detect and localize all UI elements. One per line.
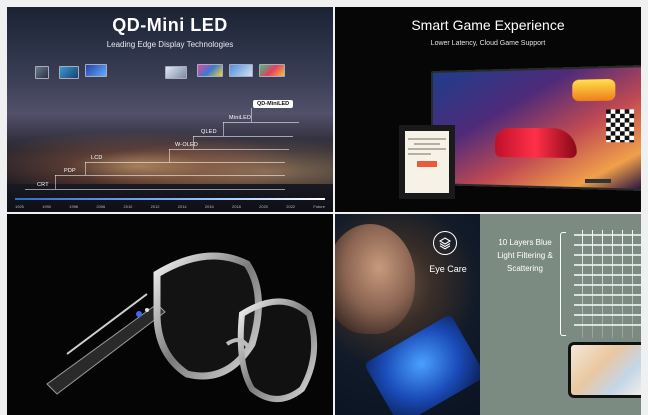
tablet-image (568, 342, 641, 398)
tech-label-crt: CRT (37, 182, 49, 188)
timeline-bar (15, 198, 325, 200)
certificate-plaque (399, 125, 455, 199)
crt-line (25, 189, 285, 190)
game-logo-image (572, 78, 616, 102)
race-car-image (495, 128, 577, 159)
year-label: 2022 (286, 204, 296, 209)
miniled-line (223, 122, 299, 123)
smart-glasses-image (46, 252, 318, 402)
pdp-line (55, 175, 285, 176)
checkered-flag-image (606, 109, 635, 143)
qd-miniled-connector (251, 108, 252, 122)
year-label: 2018 (232, 204, 241, 209)
wled-connector (169, 149, 170, 162)
smart-game-panel: Smart Game Experience Lower Latency, Clo… (335, 7, 641, 212)
year-label: 1990 (42, 204, 52, 209)
lcd-line (85, 162, 285, 163)
year-label: 2016 (204, 204, 214, 209)
wled-line (169, 149, 289, 150)
qd-miniled-panel: QD-Mini LED Leading Edge Display Technol… (7, 7, 333, 212)
tech-label-qled: QLED (201, 129, 217, 135)
child-face (335, 224, 415, 334)
certificate-seal (417, 161, 437, 167)
lcd-connector (85, 162, 86, 175)
panel-title: QD-Mini LED (112, 15, 228, 35)
timeline-years: 1925 1990 1996 2006 2010 2012 2014 2016 … (15, 204, 325, 209)
wled-thumbnail (165, 66, 187, 79)
miniled-connector (223, 122, 224, 136)
lcd-thumbnail (85, 64, 107, 77)
year-label: 2006 (96, 204, 106, 209)
tech-label-lcd: LCD (91, 155, 103, 161)
pdp-thumbnail (59, 66, 79, 79)
tech-label-qd-miniled: QD-MiniLED (253, 100, 294, 108)
layers-description: 10 Layers Blue Light Filtering & Scatter… (497, 238, 553, 273)
year-label: 1996 (69, 204, 79, 209)
qd-miniled-thumbnail (259, 64, 285, 77)
year-label: Future (313, 204, 325, 209)
glasses-panel (7, 214, 333, 415)
year-label: 2010 (123, 204, 133, 209)
pdp-connector (55, 175, 56, 189)
year-label: 1925 (15, 204, 24, 209)
panel-subtitle: Leading Edge Display Technologies (106, 40, 234, 49)
year-label: 2014 (177, 204, 187, 209)
qled-line (193, 136, 293, 137)
panel-subtitle: Lower Latency, Cloud Game Support (430, 40, 546, 47)
tv-stand (585, 179, 611, 183)
eye-care-label: Eye Care (429, 264, 467, 274)
tech-label-miniled: MiniLED (229, 115, 252, 121)
crt-thumbnail (35, 66, 49, 79)
child-with-tablet-image (335, 214, 487, 415)
qled-thumbnail (197, 64, 223, 77)
filter-layers-section: 10 Layers Blue Light Filtering & Scatter… (480, 214, 641, 415)
miniled-thumbnail (229, 64, 253, 77)
qled-connector (193, 136, 194, 149)
year-label: 2020 (259, 204, 269, 209)
panel-title: Smart Game Experience (411, 17, 565, 33)
layers-bracket (560, 232, 566, 336)
tech-label-woled: W-OLED (175, 142, 199, 148)
layers-icon (433, 231, 457, 255)
year-label: 2012 (150, 204, 160, 209)
eye-care-panel: Eye Care 10 Layers Blue Light Filtering … (335, 214, 641, 415)
filter-layer-stack (574, 230, 641, 338)
tech-label-pdp: PDP (64, 168, 76, 174)
tv-screen-image (431, 64, 641, 192)
